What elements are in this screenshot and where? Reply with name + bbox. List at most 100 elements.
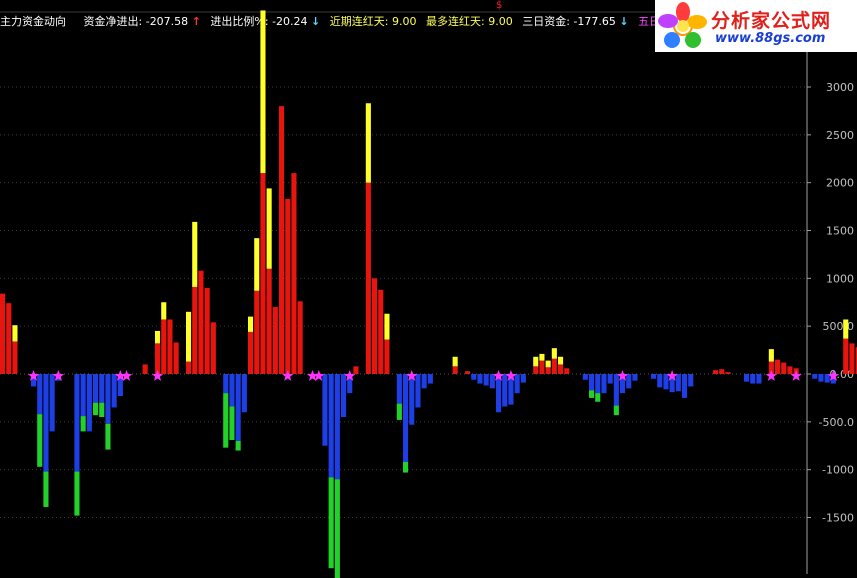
- inflow-bar: [775, 359, 781, 374]
- outflow-bar: [651, 374, 657, 379]
- inflow-extra-bar: [558, 356, 564, 365]
- outflow-bar: [520, 374, 526, 383]
- outflow-bar: [582, 374, 588, 380]
- outflow-extra-bar: [235, 440, 241, 451]
- inflow-bar: [266, 268, 272, 374]
- outflow-bar: [322, 374, 328, 446]
- inflow-bar: [198, 270, 204, 374]
- outflow-extra-bar: [334, 479, 340, 578]
- outflow-bar: [341, 374, 347, 418]
- inflow-bar: [12, 341, 18, 374]
- outflow-bar: [235, 374, 241, 441]
- inflow-bar: [204, 287, 210, 374]
- outflow-bar: [86, 374, 92, 432]
- inflow-bar: [210, 322, 216, 374]
- outflow-bar: [241, 374, 247, 413]
- outflow-extra-bar: [93, 402, 99, 416]
- y-tick-label: 2000: [826, 177, 854, 190]
- y-tick-label: -1000: [822, 464, 854, 477]
- inflow-extra-bar: [533, 356, 539, 367]
- outflow-extra-bar: [74, 471, 80, 516]
- outflow-extra-bar: [80, 416, 86, 432]
- inflow-extra-bar: [186, 311, 192, 362]
- inflow-bar: [365, 182, 371, 374]
- outflow-extra-bar: [43, 471, 49, 507]
- outflow-bar: [105, 374, 111, 424]
- outflow-bar: [496, 374, 502, 413]
- site-logo[interactable]: 分析家公式网 www.88gs.com: [655, 0, 857, 52]
- inflow-bar: [192, 286, 198, 374]
- inflow-extra-bar: [254, 238, 260, 291]
- outflow-bar: [43, 374, 49, 472]
- inflow-bar: [558, 364, 564, 374]
- inflow-bar: [378, 289, 384, 374]
- y-tick-label: -1500: [822, 512, 854, 525]
- inflow-extra-bar: [843, 319, 849, 339]
- inflow-bar: [787, 366, 793, 374]
- inflow-bar: [719, 369, 725, 374]
- inflow-bar: [291, 173, 297, 374]
- inflow-bar: [353, 366, 359, 374]
- y-tick-label: 3000: [826, 81, 854, 94]
- outflow-bar: [756, 374, 762, 384]
- inflow-bar: [551, 358, 557, 374]
- outflow-extra-bar: [105, 423, 111, 450]
- outflow-extra-bar: [613, 405, 619, 416]
- outflow-bar: [409, 374, 415, 425]
- outflow-bar: [657, 374, 663, 388]
- outflow-bar: [483, 374, 489, 386]
- outflow-bar: [477, 374, 483, 384]
- inflow-bar: [297, 301, 303, 374]
- inflow-bar: [465, 371, 471, 374]
- outflow-bar: [74, 374, 80, 472]
- inflow-extra-bar: [260, 10, 266, 174]
- outflow-bar: [334, 374, 340, 480]
- inflow-extra-bar: [452, 356, 458, 367]
- inflow-extra-bar: [266, 188, 272, 269]
- inflow-bar: [545, 367, 551, 374]
- inflow-bar: [713, 370, 719, 374]
- y-tick-label: 1000: [826, 272, 854, 285]
- inflow-bar: [279, 106, 285, 374]
- money-flow-chart: 30002500200015001000500.00.00-500.0-1000…: [0, 10, 857, 578]
- outflow-bar: [80, 374, 86, 417]
- outflow-bar: [514, 374, 520, 394]
- inflow-bar: [260, 173, 266, 374]
- outflow-bar: [49, 374, 55, 432]
- outflow-bar: [750, 374, 756, 384]
- outflow-bar: [111, 374, 117, 408]
- inflow-extra-bar: [12, 325, 18, 342]
- outflow-bar: [421, 374, 427, 389]
- inflow-extra-bar: [365, 103, 371, 183]
- outflow-extra-bar: [396, 403, 402, 420]
- outflow-bar: [489, 374, 495, 389]
- inflow-extra-bar: [155, 330, 161, 344]
- inflow-bar: [539, 360, 545, 374]
- outflow-bar: [632, 374, 638, 381]
- inflow-bar: [725, 372, 731, 374]
- outflow-bar: [595, 374, 601, 394]
- outflow-bar: [744, 374, 750, 382]
- inflow-extra-bar: [192, 221, 198, 287]
- y-tick-label: 500.0: [823, 320, 855, 333]
- inflow-bar: [843, 338, 849, 374]
- outflow-bar: [415, 374, 421, 408]
- inflow-bar: [564, 368, 570, 374]
- inflow-extra-bar: [384, 313, 390, 340]
- inflow-bar: [781, 362, 787, 374]
- y-tick-label: 2500: [826, 129, 854, 142]
- outflow-extra-bar: [328, 477, 334, 569]
- outflow-bar: [93, 374, 99, 403]
- outflow-bar: [626, 374, 632, 389]
- inflow-extra-bar: [545, 360, 551, 368]
- outflow-bar: [427, 374, 433, 384]
- outflow-bar: [589, 374, 595, 391]
- inflow-bar: [849, 343, 855, 374]
- outflow-bar: [601, 374, 607, 394]
- outflow-bar: [229, 374, 235, 407]
- outflow-extra-bar: [223, 393, 229, 448]
- outflow-bar: [328, 374, 334, 478]
- outflow-bar: [99, 374, 105, 403]
- inflow-extra-bar: [768, 349, 774, 362]
- outflow-bar: [824, 374, 830, 383]
